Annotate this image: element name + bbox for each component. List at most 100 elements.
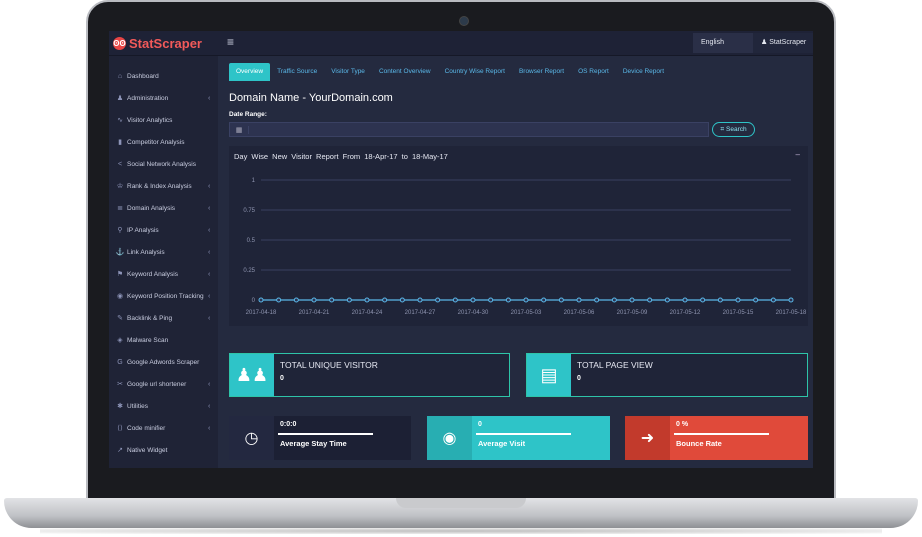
sidebar-item-keyword-position-tracking[interactable]: ◉ Keyword Position Tracking ‹ — [109, 288, 218, 304]
data-point[interactable] — [594, 297, 600, 303]
average-visit-label: Average Visit — [478, 439, 526, 448]
camera-icon — [459, 16, 469, 26]
brand-name: StatScraper — [129, 35, 202, 51]
data-point[interactable] — [717, 297, 723, 303]
tab-visitor-type[interactable]: Visitor Type — [324, 63, 372, 81]
data-point[interactable] — [682, 297, 688, 303]
chevron-left-icon: ‹ — [208, 94, 211, 102]
sidebar-item-social-network-analysis[interactable]: < Social Network Analysis — [109, 156, 218, 172]
sidebar-item-keyword-analysis[interactable]: ⚑ Keyword Analysis ‹ — [109, 266, 218, 282]
collapse-icon[interactable]: – — [796, 150, 800, 159]
bounce-rate-bar — [674, 433, 769, 435]
language-selector[interactable]: English — [693, 33, 753, 53]
data-point[interactable] — [293, 297, 299, 303]
x-tick-label: 2017-05-12 — [670, 310, 701, 316]
data-point[interactable] — [276, 297, 282, 303]
sidebar-item-rank-index-analysis[interactable]: ♔ Rank & Index Analysis ‹ — [109, 178, 218, 194]
sidebar-item-google-url-shortener[interactable]: ✂ Google url shortener ‹ — [109, 376, 218, 392]
data-point[interactable] — [541, 297, 547, 303]
data-point[interactable] — [329, 297, 335, 303]
sidebar-item-malware-scan[interactable]: ◈ Malware Scan — [109, 332, 218, 348]
data-point[interactable] — [611, 297, 617, 303]
data-point[interactable] — [364, 297, 370, 303]
data-point[interactable] — [399, 297, 405, 303]
data-point[interactable] — [558, 297, 564, 303]
brand-logo[interactable]: ʘʘ StatScraper — [113, 34, 219, 52]
file-text-icon: ▤ — [527, 354, 571, 396]
x-tick-label: 2017-04-18 — [246, 310, 277, 316]
sidebar-item-native-widget[interactable]: ↗ Native Widget — [109, 442, 218, 458]
x-tick-label: 2017-05-03 — [511, 310, 542, 316]
data-point[interactable] — [770, 297, 776, 303]
x-tick-label: 2017-05-06 — [564, 310, 595, 316]
data-point[interactable] — [735, 297, 741, 303]
tab-content-overview[interactable]: Content Overview — [372, 63, 438, 81]
tab-traffic-source[interactable]: Traffic Source — [270, 63, 324, 81]
tab-device-report[interactable]: Device Report — [616, 63, 671, 81]
share-icon: < — [117, 160, 123, 168]
sidebar-item-ip-analysis[interactable]: ⚲ IP Analysis ‹ — [109, 222, 218, 238]
server-icon: ≣ — [117, 205, 123, 212]
data-point[interactable] — [788, 297, 794, 303]
data-point[interactable] — [488, 297, 494, 303]
average-stay-time-bar — [278, 433, 373, 435]
average-stay-time-label: Average Stay Time — [280, 439, 347, 448]
data-point[interactable] — [417, 297, 423, 303]
search-button-label: Search — [726, 126, 747, 133]
user-menu[interactable]: ♟ StatScraper — [753, 33, 813, 53]
chevron-left-icon: ‹ — [208, 270, 211, 278]
data-point[interactable] — [647, 297, 653, 303]
data-point[interactable] — [664, 297, 670, 303]
sidebar-item-visitor-analytics[interactable]: ∿ Visitor Analytics — [109, 112, 218, 128]
sidebar-item-link-analysis[interactable]: ⚓ Link Analysis ‹ — [109, 244, 218, 260]
data-point[interactable] — [505, 297, 511, 303]
sidebar-item-utilities[interactable]: ✱ Utilities ‹ — [109, 398, 218, 414]
hamburger-icon[interactable]: ≡ — [227, 35, 234, 49]
data-point[interactable] — [523, 297, 529, 303]
data-point[interactable] — [576, 297, 582, 303]
data-point[interactable] — [470, 297, 476, 303]
data-point[interactable] — [435, 297, 441, 303]
clock-icon: ◷ — [229, 416, 274, 460]
calendar-icon: ▦ — [230, 125, 249, 134]
tags-icon: ⚑ — [116, 271, 124, 278]
data-point[interactable] — [629, 297, 635, 303]
y-tick-label: 0.25 — [243, 268, 255, 274]
data-point[interactable] — [346, 297, 352, 303]
date-range-input[interactable]: ▦ — [229, 122, 709, 137]
tab-country-wise-report[interactable]: Country Wise Report — [438, 63, 512, 81]
tab-os-report[interactable]: OS Report — [571, 63, 616, 81]
data-point[interactable] — [382, 297, 388, 303]
data-point[interactable] — [700, 297, 706, 303]
x-tick-label: 2017-04-27 — [405, 310, 436, 316]
sidebar-item-code-minifier[interactable]: ⟨⟩ Code minifier ‹ — [109, 420, 218, 436]
bounce-rate-label: Bounce Rate — [676, 439, 722, 448]
data-point[interactable] — [258, 297, 264, 303]
data-point[interactable] — [311, 297, 317, 303]
average-stay-time-box: ◷ 0:0:0 Average Stay Time — [229, 416, 411, 460]
data-point[interactable] — [452, 297, 458, 303]
y-tick-label: 0.75 — [243, 208, 255, 214]
sidebar-item-backlink-ping[interactable]: ✎ Backlink & Ping ‹ — [109, 310, 218, 326]
chart-title: Day Wise New Visitor Report From 18-Apr-… — [234, 152, 448, 161]
asterisk-icon: ✱ — [117, 403, 123, 410]
user-icon: ♟ — [761, 39, 770, 46]
sidebar-item-competitor-analysis[interactable]: ▮ Competitor Analysis — [109, 134, 218, 150]
bar-chart-icon: ▮ — [118, 139, 122, 146]
sidebar-item-administration[interactable]: ♟ Administration ‹ — [109, 90, 218, 106]
sidebar-item-label: IP Analysis — [127, 226, 159, 234]
users-icon: ♟ — [116, 95, 124, 102]
new-visitor-line-chart: 0 0.25 0.5 0.75 1 2017-04-18 2017-04-21 2017-04… — [243, 178, 807, 316]
data-point[interactable] — [753, 297, 759, 303]
external-link-icon: ↗ — [117, 447, 123, 454]
sidebar: ⌂ Dashboard ♟ Administration ‹ ∿ Visitor Analy… — [109, 56, 218, 468]
sidebar-item-dashboard[interactable]: ⌂ Dashboard — [109, 68, 218, 84]
username: StatScraper — [769, 39, 807, 46]
tab-browser-report[interactable]: Browser Report — [512, 63, 571, 81]
x-tick-label: 2017-04-30 — [458, 310, 489, 316]
sidebar-item-google-adwords-scraper[interactable]: G Google Adwords Scraper — [109, 354, 218, 370]
sidebar-item-domain-analysis[interactable]: ≣ Domain Analysis ‹ — [109, 200, 218, 216]
tab-overview[interactable]: Overview — [229, 63, 271, 81]
average-stay-time-value: 0:0:0 — [280, 421, 297, 428]
search-button[interactable]: ⌗ Search — [712, 122, 755, 137]
